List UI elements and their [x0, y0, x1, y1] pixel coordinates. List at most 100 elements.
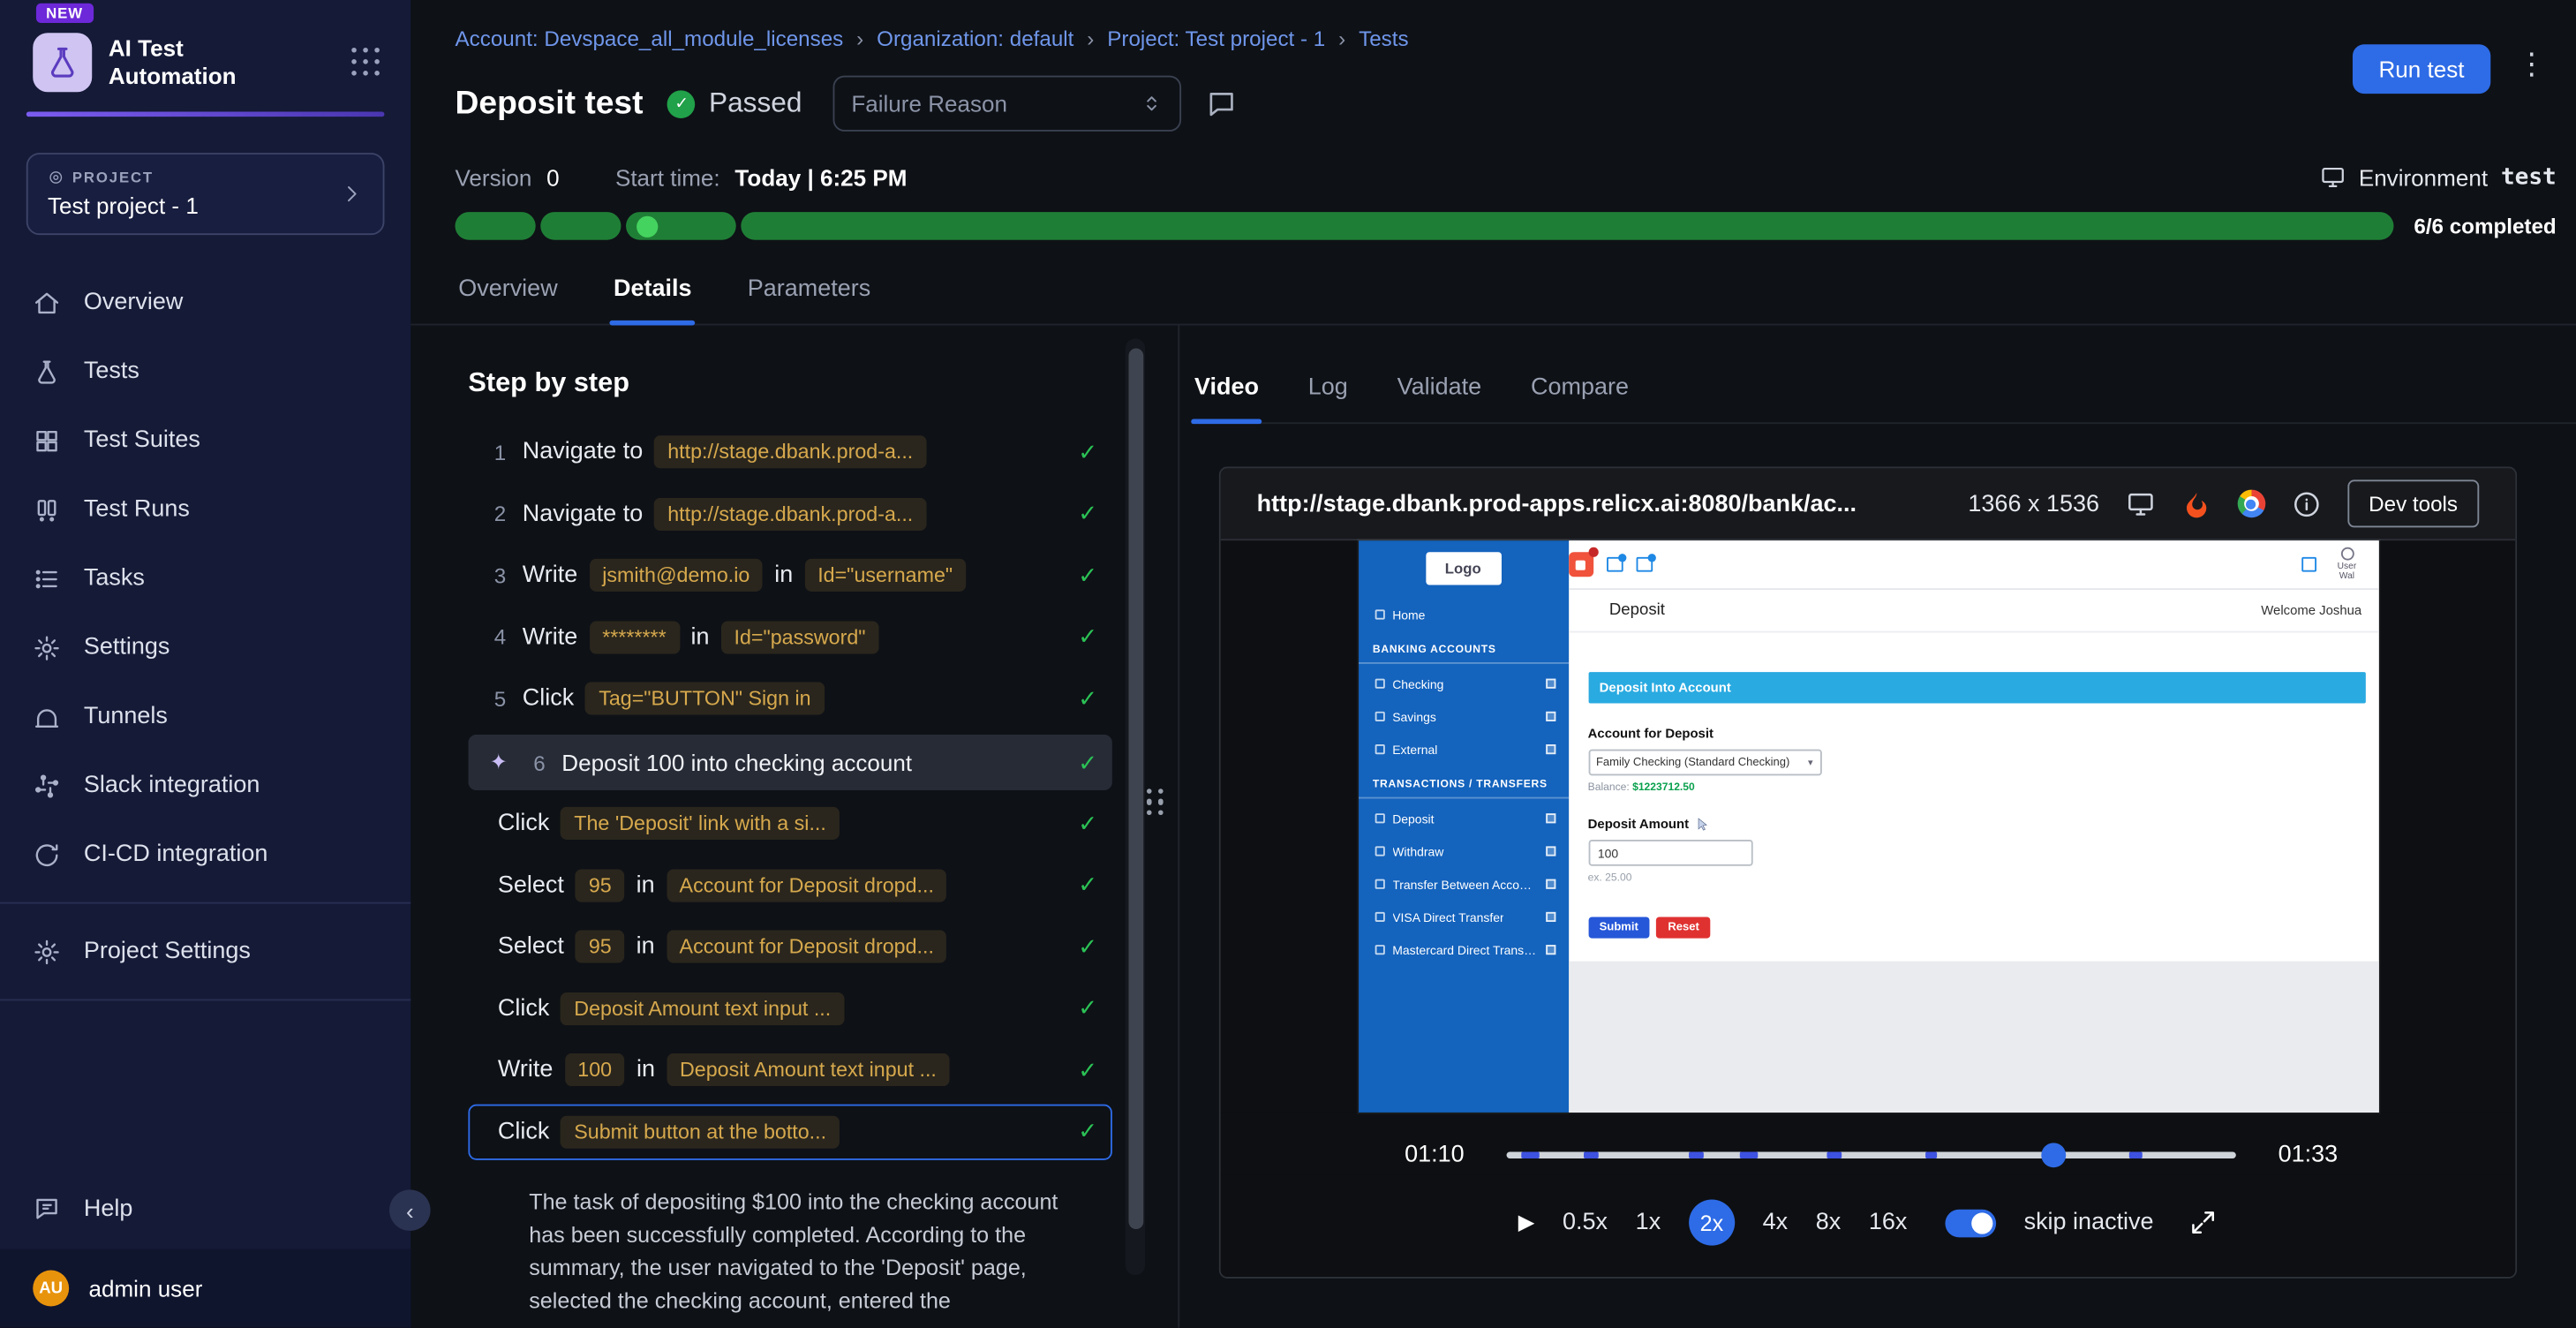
- timeline-marker[interactable]: [2128, 1152, 2143, 1158]
- skip-inactive-toggle[interactable]: [1945, 1209, 1996, 1237]
- monitor-icon[interactable]: [2126, 489, 2155, 518]
- step-target-tag[interactable]: 95: [576, 869, 625, 902]
- sidebar-item-help[interactable]: Help: [0, 1174, 411, 1249]
- bank-menu-item-checkbox[interactable]: [1545, 846, 1555, 856]
- step-target-tag[interactable]: http://stage.dbank.prod-a...: [654, 435, 926, 468]
- bank-submit-button[interactable]: Submit: [1588, 917, 1650, 938]
- user-menu[interactable]: AU admin user: [0, 1249, 411, 1327]
- step-row[interactable]: Write100inDeposit Amount text input ...✓: [468, 1042, 1112, 1098]
- video-tab-video[interactable]: Video: [1191, 374, 1262, 422]
- step-row[interactable]: 5ClickTag="BUTTON" Sign in✓: [468, 670, 1112, 726]
- breadcrumb-link[interactable]: Project: Test project - 1: [1107, 26, 1325, 51]
- breadcrumb-link[interactable]: Account: Devspace_all_module_licenses: [455, 26, 843, 51]
- bank-menu-item-withdraw[interactable]: Withdraw: [1358, 834, 1568, 867]
- chrome-icon[interactable]: [2237, 490, 2265, 518]
- bank-reset-button[interactable]: Reset: [1656, 917, 1711, 938]
- speed-0.5x-button[interactable]: 0.5x: [1563, 1210, 1608, 1236]
- step-target-tag[interactable]: Id="password": [721, 621, 879, 653]
- step-group-row[interactable]: ✦6Deposit 100 into checking account✓: [468, 735, 1112, 790]
- bank-amount-input[interactable]: 100: [1588, 840, 1752, 866]
- timeline-marker[interactable]: [1584, 1152, 1598, 1158]
- bank-menu-item-mastercard-direct-transfer[interactable]: Mastercard Direct Transfer: [1358, 933, 1568, 966]
- bank-menu-item-checkbox[interactable]: [1545, 813, 1555, 823]
- step-target-tag[interactable]: jsmith@demo.io: [589, 559, 763, 592]
- bank-menu-item-visa-direct-transfer[interactable]: VISA Direct Transfer: [1358, 901, 1568, 933]
- sidebar-item-test-runs[interactable]: Test Runs: [0, 475, 411, 544]
- bank-menu-item-checkbox[interactable]: [1545, 679, 1555, 689]
- comment-icon[interactable]: [1206, 88, 1237, 119]
- more-options-button[interactable]: ⋮: [2517, 49, 2546, 79]
- timeline-marker[interactable]: [1689, 1152, 1703, 1158]
- project-selector[interactable]: PROJECT Test project - 1: [26, 153, 385, 235]
- speed-16x-button[interactable]: 16x: [1869, 1210, 1908, 1236]
- step-target-tag[interactable]: Id="username": [804, 559, 966, 592]
- step-row[interactable]: ClickThe 'Deposit' link with a si...✓: [468, 796, 1112, 851]
- step-target-tag[interactable]: http://stage.dbank.prod-a...: [654, 497, 926, 530]
- video-tab-compare[interactable]: Compare: [1527, 374, 1631, 422]
- speed-4x-button[interactable]: 4x: [1763, 1210, 1789, 1236]
- bank-menu-item-checkbox[interactable]: [1545, 744, 1555, 754]
- step-target-tag[interactable]: 95: [576, 930, 625, 962]
- sidebar-item-settings[interactable]: Settings: [0, 613, 411, 682]
- timeline-marker[interactable]: [1926, 1152, 1938, 1158]
- bank-menu-item-external[interactable]: External: [1358, 733, 1568, 766]
- timeline-marker[interactable]: [1522, 1152, 1540, 1158]
- run-test-button[interactable]: Run test: [2353, 44, 2491, 94]
- sidebar-item-tunnels[interactable]: Tunnels: [0, 682, 411, 751]
- fullscreen-icon[interactable]: [2188, 1208, 2218, 1237]
- video-tab-validate[interactable]: Validate: [1394, 374, 1485, 422]
- speed-2x-button[interactable]: 2x: [1689, 1200, 1735, 1246]
- timeline-marker[interactable]: [1740, 1152, 1759, 1158]
- bank-menu-item-checkbox[interactable]: [1545, 945, 1555, 954]
- step-target-tag[interactable]: ********: [589, 621, 679, 653]
- bank-menu-item-transfer-between-accounts[interactable]: Transfer Between Accounts: [1358, 868, 1568, 901]
- sidebar-item-slack-integration[interactable]: Slack integration: [0, 751, 411, 819]
- step-target-tag[interactable]: Deposit Amount text input ...: [667, 1053, 950, 1086]
- tab-details[interactable]: Details: [610, 276, 695, 324]
- timeline-track[interactable]: [1507, 1152, 2235, 1158]
- play-button[interactable]: ▶: [1518, 1210, 1535, 1236]
- bank-menu-item-home[interactable]: Home: [1358, 598, 1568, 630]
- step-target-tag[interactable]: 100: [564, 1053, 625, 1086]
- bank-account-select[interactable]: Family Checking (Standard Checking) ▾: [1588, 750, 1821, 776]
- bank-menu-item-checkbox[interactable]: [1545, 712, 1555, 721]
- flame-icon[interactable]: [2181, 489, 2211, 518]
- speed-1x-button[interactable]: 1x: [1636, 1210, 1661, 1236]
- bank-menu-item-savings[interactable]: Savings: [1358, 700, 1568, 733]
- step-target-tag[interactable]: Account for Deposit dropd...: [667, 869, 947, 902]
- timeline-marker[interactable]: [1827, 1152, 1842, 1158]
- step-row[interactable]: ClickSubmit button at the botto...✓: [468, 1104, 1112, 1159]
- bank-menu-item-checking[interactable]: Checking: [1358, 668, 1568, 700]
- sidebar-item-project-settings[interactable]: Project Settings: [0, 917, 411, 985]
- sidebar-collapse-button[interactable]: ‹: [389, 1189, 431, 1231]
- step-row[interactable]: Select95inAccount for Deposit dropd...✓: [468, 857, 1112, 913]
- step-row[interactable]: ClickDeposit Amount text input ...✓: [468, 980, 1112, 1036]
- sidebar-item-tasks[interactable]: Tasks: [0, 544, 411, 613]
- sidebar-item-tests[interactable]: Tests: [0, 337, 411, 406]
- step-target-tag[interactable]: Deposit Amount text input ...: [561, 992, 844, 1024]
- breadcrumb-link[interactable]: Tests: [1359, 26, 1408, 51]
- step-row[interactable]: 4Write********inId="password"✓: [468, 609, 1112, 665]
- bank-menu-item-checkbox[interactable]: [1545, 879, 1555, 889]
- step-row[interactable]: 3Writejsmith@demo.ioinId="username"✓: [468, 547, 1112, 603]
- step-target-tag[interactable]: The 'Deposit' link with a si...: [561, 807, 839, 840]
- sidebar-item-test-suites[interactable]: Test Suites: [0, 406, 411, 475]
- tab-overview[interactable]: Overview: [455, 276, 561, 324]
- info-icon[interactable]: [2292, 489, 2321, 518]
- failure-reason-select[interactable]: Failure Reason: [833, 76, 1182, 132]
- step-row[interactable]: Select95inAccount for Deposit dropd...✓: [468, 918, 1112, 974]
- step-target-tag[interactable]: Account for Deposit dropd...: [667, 930, 947, 962]
- bank-menu-item-checkbox[interactable]: [1545, 912, 1555, 922]
- step-row[interactable]: 2Navigate tohttp://stage.dbank.prod-a...…: [468, 486, 1112, 541]
- step-row[interactable]: 1Navigate tohttp://stage.dbank.prod-a...…: [468, 424, 1112, 479]
- sidebar-item-ci-cd-integration[interactable]: CI-CD integration: [0, 820, 411, 889]
- scrollbar-thumb[interactable]: [1128, 349, 1143, 1229]
- step-target-tag[interactable]: Submit button at the botto...: [561, 1115, 840, 1148]
- step-target-tag[interactable]: Tag="BUTTON" Sign in: [585, 682, 824, 714]
- timeline-playhead[interactable]: [2041, 1143, 2066, 1167]
- steps-scrollbar[interactable]: [1126, 338, 1145, 1275]
- dev-tools-button[interactable]: Dev tools: [2347, 479, 2479, 527]
- panel-resize-handle[interactable]: [1147, 788, 1164, 815]
- tab-parameters[interactable]: Parameters: [744, 276, 874, 324]
- apps-grid-icon[interactable]: [351, 48, 380, 77]
